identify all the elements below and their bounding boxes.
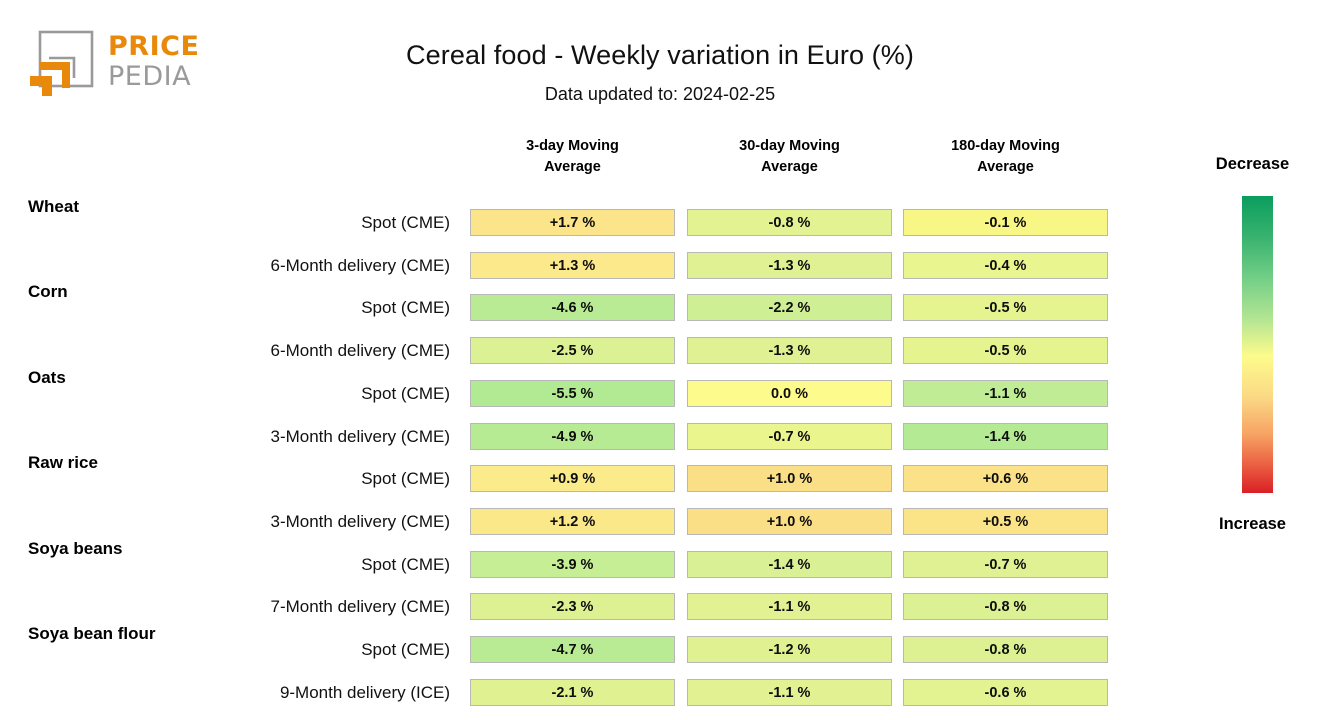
value-cell: +1.0 % — [687, 465, 892, 493]
contract-label: Spot (CME) — [361, 554, 450, 574]
column-header-1: 3-day Moving Average — [470, 136, 675, 178]
value-cell: -1.1 % — [687, 678, 892, 706]
column-header-line1: 30-day Moving — [739, 138, 840, 154]
value-cell: -2.5 % — [470, 337, 675, 365]
value-cell: +1.7 % — [470, 209, 675, 236]
value-cell: -4.7 % — [470, 636, 675, 663]
contract-label: 6-Month delivery (CME) — [270, 255, 451, 275]
value-cell: -0.8 % — [903, 636, 1108, 663]
contract-label: 3-Month delivery (CME) — [270, 511, 451, 531]
value-cell: -1.1 % — [903, 379, 1108, 407]
logo-text-pedia: PEDIA — [108, 61, 192, 92]
value-cell: -1.2 % — [687, 636, 892, 663]
value-cell: -5.5 % — [470, 379, 675, 407]
value-cell: -0.6 % — [903, 678, 1108, 706]
value-cell: -0.4 % — [903, 251, 1108, 279]
contract-label: Spot (CME) — [361, 298, 450, 318]
contract-label: Spot (CME) — [361, 213, 450, 232]
value-cell: -2.1 % — [470, 678, 675, 706]
legend-label-decrease: Decrease — [1215, 155, 1290, 173]
colorbar-gradient — [1242, 196, 1273, 493]
value-cell: -4.9 % — [470, 422, 675, 450]
column-header-line2: Average — [544, 159, 601, 175]
pricepedia-logo: PRICE PEDIA — [26, 30, 199, 98]
value-cell: -1.4 % — [687, 550, 892, 578]
contract-label: Spot (CME) — [361, 383, 450, 403]
logo-wordmark: PRICE PEDIA — [108, 32, 199, 92]
column-header-line1: 180-day Moving — [951, 138, 1060, 154]
logo-mark-icon — [30, 30, 94, 96]
value-cell: -0.7 % — [903, 550, 1108, 578]
page-subtitle: Data updated to: 2024-02-25 — [544, 84, 776, 104]
value-cell: -3.9 % — [470, 550, 675, 578]
value-cell: -4.6 % — [470, 294, 675, 322]
contract-label: 3-Month delivery (CME) — [270, 426, 451, 446]
value-cell: -2.2 % — [687, 294, 892, 322]
column-header-3: 180-day Moving Average — [903, 136, 1108, 178]
value-cell: +1.3 % — [470, 251, 675, 279]
legend-label-increase: Increase — [1219, 515, 1286, 533]
value-cell: -2.3 % — [470, 593, 675, 621]
contract-label: Spot (CME) — [361, 469, 450, 489]
value-cell: -1.3 % — [687, 337, 892, 365]
value-cell: -1.3 % — [687, 251, 892, 279]
value-cell: -0.5 % — [903, 337, 1108, 365]
column-header-line2: Average — [761, 159, 818, 175]
value-cell: +0.5 % — [903, 507, 1108, 535]
column-header-2: 30-day Moving Average — [687, 136, 892, 178]
contract-label: 9-Month delivery (ICE) — [279, 682, 450, 702]
value-cell: +1.0 % — [687, 507, 892, 535]
value-cell: -0.8 % — [903, 593, 1108, 621]
column-header-line2: Average — [977, 159, 1034, 175]
value-cell: -0.1 % — [903, 209, 1108, 236]
contract-label: 6-Month delivery (CME) — [270, 341, 451, 361]
value-cell: -1.4 % — [903, 422, 1108, 450]
value-cell: +0.6 % — [903, 465, 1108, 493]
logo-text-price: PRICE — [108, 31, 200, 62]
value-cell: -0.7 % — [687, 422, 892, 450]
value-cell: -0.8 % — [687, 209, 892, 236]
value-cell: +1.2 % — [470, 507, 675, 535]
column-header-line1: 3-day Moving — [526, 138, 619, 154]
contract-label: 7-Month delivery (CME) — [270, 597, 451, 617]
value-cell: 0.0 % — [687, 379, 892, 407]
value-cell: -0.5 % — [903, 294, 1108, 322]
value-cell: -1.1 % — [687, 593, 892, 621]
value-cell: +0.9 % — [470, 465, 675, 493]
contract-label: Spot (CME) — [361, 640, 450, 659]
page-title: Cereal food - Weekly variation in Euro (… — [406, 40, 914, 70]
